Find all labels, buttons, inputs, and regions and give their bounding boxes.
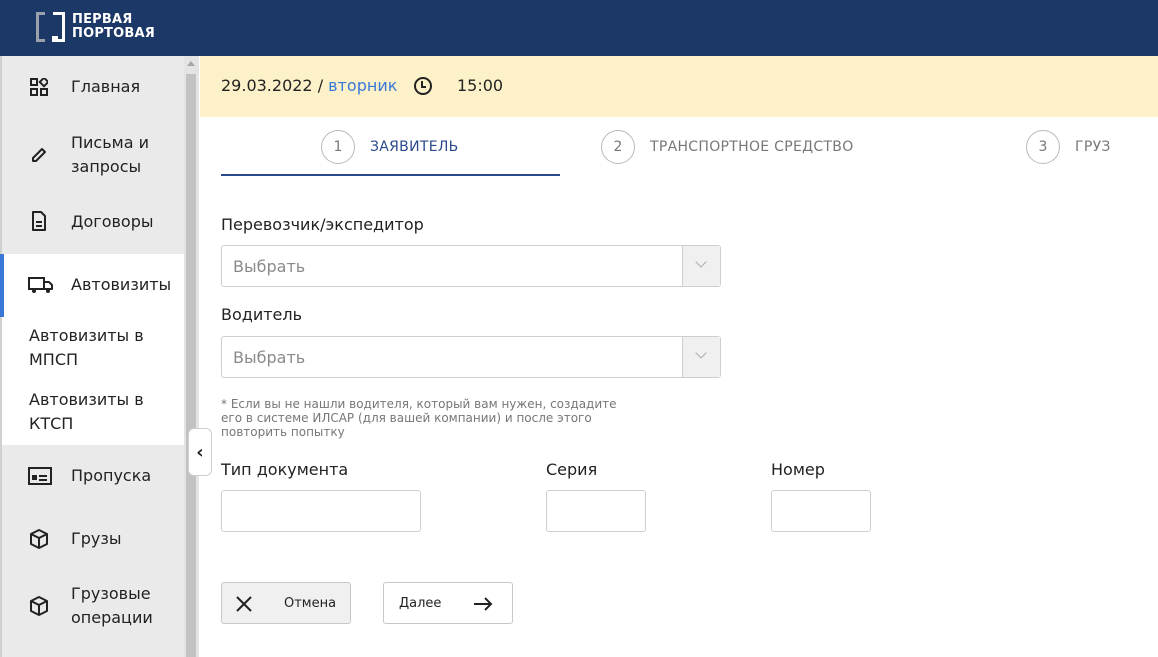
submenu-item-mpsp[interactable]: Автовизиты в МПСП — [29, 324, 179, 372]
chevron-down-icon[interactable] — [682, 246, 720, 286]
sidebar-item-label: Договоры — [71, 212, 154, 231]
date-value: 29.03.2022 — [221, 76, 313, 95]
carrier-label: Перевозчик/экспедитор — [221, 215, 424, 234]
document-icon — [28, 210, 50, 232]
close-icon — [236, 596, 252, 612]
submenu-panel: Автовизиты в МПСП Автовизиты в КТСП — [2, 317, 184, 445]
grid-icon — [28, 76, 50, 98]
next-button[interactable]: Далее — [383, 582, 513, 624]
current-time: 15:00 — [457, 76, 504, 95]
step-cargo[interactable]: 3 ГРУЗ — [1026, 130, 1111, 164]
step-vehicle[interactable]: 2 ТРАНСПОРТНОЕ СРЕДСТВО — [601, 130, 854, 164]
logo-mark-icon — [36, 12, 68, 42]
carrier-select-placeholder: Выбрать — [233, 257, 306, 276]
pass-card-icon — [28, 465, 52, 487]
sidebar-item-passes[interactable]: Пропуска — [2, 445, 184, 507]
current-date: 29.03.2022 / вторник — [221, 76, 397, 96]
sidebar: Главная Письма и запросы Договоры Автови… — [0, 56, 184, 657]
doc-type-label: Тип документа — [221, 460, 349, 479]
chevron-down-icon[interactable] — [682, 337, 720, 377]
step-label: ТРАНСПОРТНОЕ СРЕДСТВО — [650, 139, 854, 155]
sidebar-item-label: Грузовые операции — [71, 584, 153, 627]
series-input[interactable] — [546, 490, 646, 532]
date-separator: / — [312, 76, 329, 95]
sidebar-item-autovisits[interactable]: Автовизиты — [0, 254, 184, 317]
brand-line-1: ПЕРВАЯ — [72, 12, 133, 27]
number-label: Номер — [771, 460, 825, 479]
number-input[interactable] — [771, 490, 871, 532]
brand-logo[interactable]: ПЕРВАЯ ПОРТОВАЯ — [36, 12, 155, 42]
step-number: 1 — [321, 130, 355, 164]
cancel-button[interactable]: Отмена — [221, 582, 351, 624]
step-label: ЗАЯВИТЕЛЬ — [370, 139, 459, 155]
brand-line-2: ПОРТОВАЯ — [72, 26, 155, 41]
arrow-right-icon — [474, 597, 493, 611]
series-label: Серия — [546, 460, 598, 479]
box-icon — [28, 595, 50, 617]
sidebar-item-contracts[interactable]: Договоры — [2, 192, 184, 254]
top-bar: ПЕРВАЯ ПОРТОВАЯ — [0, 0, 1158, 56]
clock-icon — [414, 77, 432, 95]
step-number: 2 — [601, 130, 635, 164]
sidebar-scrollbar[interactable] — [184, 56, 199, 657]
brand-name: ПЕРВАЯ ПОРТОВАЯ — [72, 13, 155, 41]
pencil-icon — [28, 144, 50, 166]
driver-select[interactable]: Выбрать — [221, 336, 721, 378]
sidebar-item-label: Автовизиты — [71, 275, 172, 294]
collapse-sidebar-button[interactable]: ‹ — [188, 428, 212, 476]
sidebar-item-label: Главная — [71, 77, 141, 96]
scroll-thumb[interactable] — [186, 74, 196, 657]
sidebar-item-home[interactable]: Главная — [2, 56, 184, 118]
sidebar-item-cargo-operations[interactable]: Грузовые операции — [2, 569, 184, 657]
submenu-item-ktsp[interactable]: Автовизиты в КТСП — [29, 388, 179, 436]
driver-select-placeholder: Выбрать — [233, 348, 306, 367]
sidebar-item-label: Грузы — [71, 529, 122, 548]
doc-type-input[interactable] — [221, 490, 421, 532]
active-step-underline — [221, 174, 560, 176]
date-bar: 29.03.2022 / вторник 15:00 — [200, 56, 1158, 117]
sidebar-item-letters[interactable]: Письма и запросы — [2, 118, 184, 192]
scroll-up-arrow-icon[interactable] — [187, 61, 195, 66]
sidebar-item-label: Письма и запросы — [71, 133, 150, 176]
step-applicant[interactable]: 1 ЗАЯВИТЕЛЬ — [321, 130, 459, 164]
weekday: вторник — [328, 76, 398, 95]
sidebar-item-label: Пропуска — [71, 466, 152, 485]
carrier-select[interactable]: Выбрать — [221, 245, 721, 287]
step-label: ГРУЗ — [1075, 139, 1111, 155]
sidebar-item-cargo[interactable]: Грузы — [2, 507, 184, 569]
truck-icon — [28, 274, 54, 296]
active-indicator — [0, 254, 4, 317]
step-number: 3 — [1026, 130, 1060, 164]
driver-hint: * Если вы не нашли водителя, который вам… — [221, 397, 617, 439]
cancel-button-label: Отмена — [284, 596, 337, 611]
driver-label: Водитель — [221, 305, 303, 324]
box-icon — [28, 528, 50, 550]
next-button-label: Далее — [399, 596, 442, 611]
